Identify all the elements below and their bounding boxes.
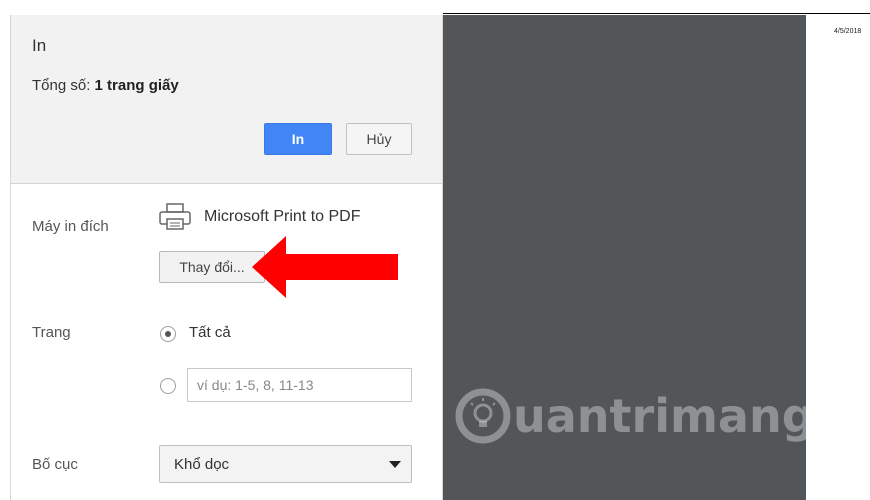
pages-label: Trang [32, 324, 71, 341]
layout-select[interactable]: Khổ dọc [159, 445, 412, 483]
total-value: 1 trang giấy [94, 77, 179, 94]
page-range-input[interactable] [187, 368, 412, 402]
preview-page-date: 4/5/2018 [834, 28, 862, 35]
lightbulb-logo-icon [455, 388, 511, 444]
printer-icon [159, 203, 191, 230]
total-label: Tổng số: [32, 77, 91, 94]
preview-page [806, 15, 870, 500]
layout-label: Bố cục [32, 456, 78, 473]
pages-all-label: Tất cả [189, 324, 231, 341]
change-destination-button[interactable]: Thay đổi... [159, 251, 265, 283]
pages-all-radio[interactable] [160, 326, 176, 342]
print-button[interactable]: In [264, 123, 332, 155]
quantrimang-watermark: uantrimang [455, 385, 815, 465]
watermark-text: uantrimang [513, 389, 815, 443]
dialog-title: In [32, 36, 47, 55]
pages-custom-radio[interactable] [160, 378, 176, 394]
red-arrow-icon [252, 236, 398, 298]
cancel-button[interactable]: Hủy [346, 123, 412, 155]
printer-name: Microsoft Print to PDF [204, 208, 361, 225]
layout-selected-value: Khổ dọc [174, 455, 230, 473]
print-header [10, 15, 443, 183]
dropdown-caret-icon [389, 461, 401, 468]
total-pages: Tổng số: 1 trang giấy [32, 77, 179, 94]
destination-label: Máy in đích [32, 218, 109, 235]
